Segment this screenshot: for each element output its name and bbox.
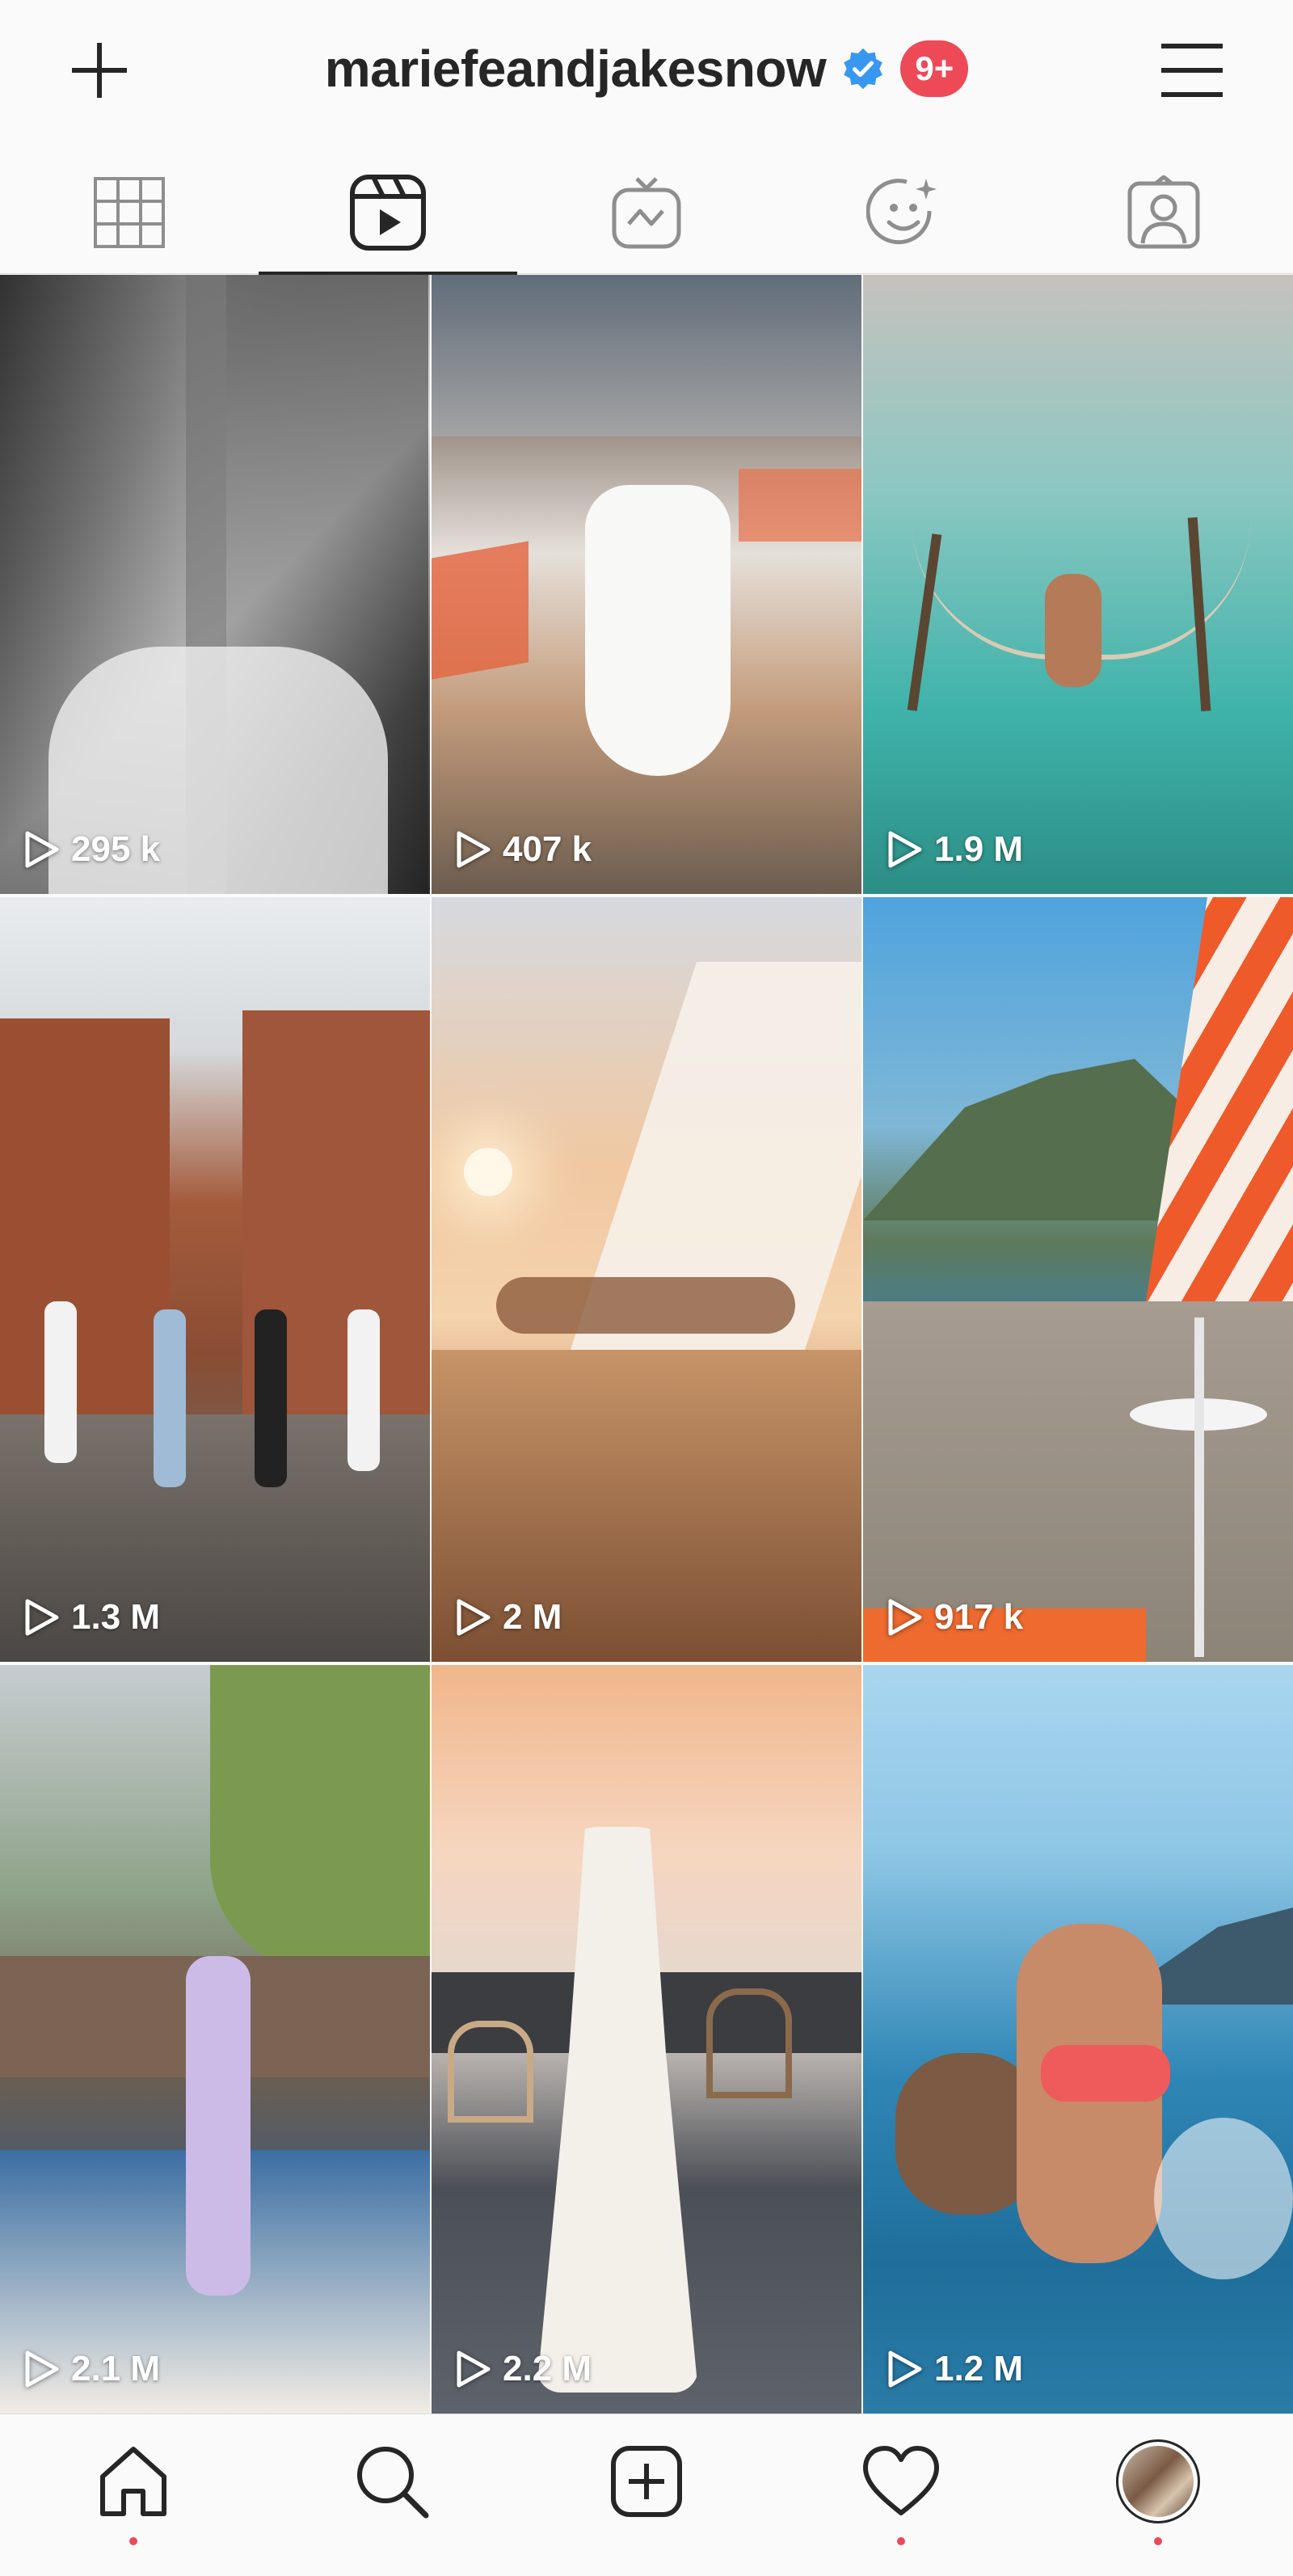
bottom-navigation [0, 2414, 1293, 2576]
menu-button[interactable] [1157, 36, 1227, 105]
notification-badge[interactable]: 9+ [900, 40, 969, 97]
tab-igtv[interactable] [517, 152, 776, 273]
new-post-icon [611, 2446, 682, 2517]
tab-grid[interactable] [0, 152, 259, 273]
nav-new-post[interactable] [594, 2429, 699, 2534]
tagged-person-icon [1127, 175, 1200, 249]
play-icon [457, 831, 491, 868]
hamburger-menu-icon [1161, 44, 1223, 97]
username: mariefeandjakesnow [324, 40, 827, 98]
notification-dot [129, 2537, 137, 2545]
reel-thumbnail[interactable]: 1.2 M [863, 1665, 1293, 2414]
view-count: 1.3 M [24, 1597, 160, 1638]
reel-thumbnail[interactable]: 1.9 M [863, 275, 1293, 894]
tab-effects[interactable] [776, 152, 1034, 273]
profile-header: mariefeandjakesnow 9+ [0, 0, 1293, 137]
play-icon [888, 2350, 922, 2388]
play-icon [25, 831, 59, 868]
reel-thumbnail[interactable]: 407 k [432, 275, 861, 894]
reels-grid: 295 k 407 k 1.9 M 1.3 M 2 M 917 k 2.1 M … [0, 275, 1293, 2414]
igtv-icon [612, 177, 681, 249]
play-icon [888, 1599, 922, 1636]
play-icon [457, 1599, 491, 1636]
verified-badge-icon [844, 48, 883, 90]
reel-thumbnail[interactable]: 1.3 M [0, 897, 430, 1662]
view-count: 2.1 M [24, 2349, 160, 2389]
play-icon [888, 831, 922, 868]
effects-icon [866, 179, 937, 245]
notification-dot [897, 2537, 905, 2545]
activity-heart-icon [863, 2446, 939, 2515]
reel-thumbnail[interactable]: 2 M [432, 897, 861, 1662]
reel-thumbnail[interactable]: 295 k [0, 275, 430, 894]
reel-thumbnail[interactable]: 2.2 M [432, 1665, 861, 2414]
tab-reels[interactable] [259, 152, 517, 275]
profile-avatar [1116, 2439, 1200, 2523]
view-count: 1.2 M [887, 2349, 1023, 2389]
account-title[interactable]: mariefeandjakesnow 9+ [0, 32, 1293, 105]
view-count: 2.2 M [456, 2349, 592, 2389]
view-count: 2 M [456, 1597, 562, 1638]
reels-icon [350, 175, 426, 251]
grid-icon [94, 177, 165, 248]
view-count: 1.9 M [887, 829, 1023, 870]
search-icon [357, 2447, 429, 2519]
reel-thumbnail[interactable]: 2.1 M [0, 1665, 430, 2414]
tab-tagged[interactable] [1034, 152, 1293, 273]
nav-search[interactable] [339, 2429, 444, 2534]
profile-tabs [0, 152, 1293, 275]
view-count: 407 k [456, 829, 592, 870]
nav-home[interactable] [81, 2429, 186, 2545]
notification-dot [1154, 2537, 1162, 2545]
nav-profile[interactable] [1106, 2429, 1211, 2545]
play-icon [457, 2350, 491, 2388]
avatar-image [1122, 2446, 1194, 2517]
play-icon [25, 2350, 59, 2388]
reel-thumbnail[interactable]: 917 k [863, 897, 1293, 1662]
play-icon [25, 1599, 59, 1636]
view-count: 917 k [887, 1597, 1023, 1638]
home-icon [100, 2447, 166, 2516]
nav-activity[interactable] [849, 2429, 954, 2545]
view-count: 295 k [24, 829, 160, 870]
